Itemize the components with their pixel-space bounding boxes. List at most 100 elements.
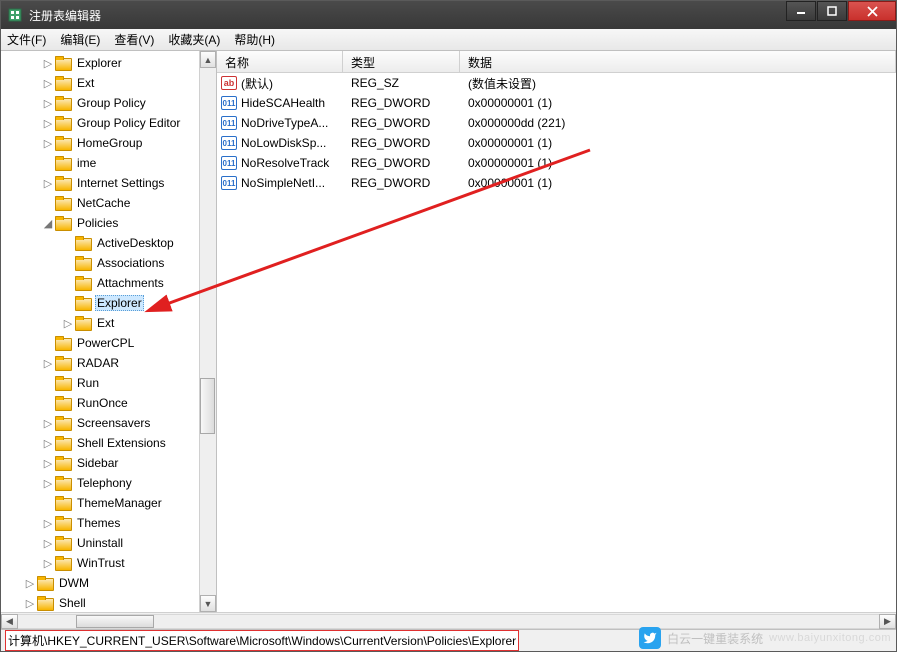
- tree-item[interactable]: ▷ Ext: [1, 313, 216, 333]
- tree-item[interactable]: ▷ Group Policy: [1, 93, 216, 113]
- tree-label[interactable]: PowerCPL: [75, 336, 136, 350]
- titlebar[interactable]: 注册表编辑器: [1, 1, 896, 29]
- scroll-up-arrow-icon[interactable]: ▲: [200, 51, 216, 68]
- tree-item[interactable]: ▷ Explorer: [1, 53, 216, 73]
- menu-file[interactable]: 文件(F): [7, 31, 46, 48]
- tree-label[interactable]: Uninstall: [75, 536, 125, 550]
- tree-label[interactable]: Screensavers: [75, 416, 152, 430]
- tree-label[interactable]: Shell Extensions: [75, 436, 168, 450]
- expand-icon[interactable]: ▷: [23, 597, 37, 610]
- expand-icon[interactable]: ▷: [41, 117, 55, 130]
- value-row[interactable]: 011NoSimpleNetI...REG_DWORD0x00000001 (1…: [217, 173, 896, 193]
- tree-item[interactable]: ▷ Internet Settings: [1, 173, 216, 193]
- value-row[interactable]: 011NoLowDiskSp...REG_DWORD0x00000001 (1): [217, 133, 896, 153]
- tree-item[interactable]: ▷ HomeGroup: [1, 133, 216, 153]
- tree-item[interactable]: ime: [1, 153, 216, 173]
- menu-help[interactable]: 帮助(H): [234, 31, 275, 48]
- expand-icon[interactable]: ▷: [23, 577, 37, 590]
- expand-icon[interactable]: ▷: [41, 97, 55, 110]
- tree-label[interactable]: Internet Settings: [75, 176, 166, 190]
- tree-item[interactable]: ▷ WinTrust: [1, 553, 216, 573]
- tree-label[interactable]: HomeGroup: [75, 136, 144, 150]
- scroll-left-arrow-icon[interactable]: ◀: [1, 614, 18, 629]
- tree-item[interactable]: ◢ Policies: [1, 213, 216, 233]
- column-name[interactable]: 名称: [217, 51, 343, 72]
- expand-icon[interactable]: ◢: [41, 217, 55, 230]
- tree-item[interactable]: Attachments: [1, 273, 216, 293]
- tree-item[interactable]: PowerCPL: [1, 333, 216, 353]
- value-row[interactable]: 011NoDriveTypeA...REG_DWORD0x000000dd (2…: [217, 113, 896, 133]
- tree-label[interactable]: Ext: [95, 316, 116, 330]
- tree-item[interactable]: NetCache: [1, 193, 216, 213]
- menu-view[interactable]: 查看(V): [114, 31, 154, 48]
- tree-label[interactable]: Policies: [75, 216, 120, 230]
- tree-item[interactable]: ThemeManager: [1, 493, 216, 513]
- close-button[interactable]: [848, 1, 896, 21]
- expand-icon[interactable]: ▷: [41, 177, 55, 190]
- tree-label[interactable]: DWM: [57, 576, 91, 590]
- tree-item[interactable]: ▷ RADAR: [1, 353, 216, 373]
- tree-label[interactable]: Group Policy Editor: [75, 116, 182, 130]
- tree-label[interactable]: Sidebar: [75, 456, 120, 470]
- column-data[interactable]: 数据: [460, 51, 896, 72]
- tree-label[interactable]: ThemeManager: [75, 496, 164, 510]
- expand-icon[interactable]: ▷: [41, 457, 55, 470]
- expand-icon[interactable]: ▷: [61, 317, 75, 330]
- tree-item[interactable]: ▷ Ext: [1, 73, 216, 93]
- tree-label[interactable]: Telephony: [75, 476, 134, 490]
- value-row[interactable]: 011HideSCAHealthREG_DWORD0x00000001 (1): [217, 93, 896, 113]
- tree-label[interactable]: ActiveDesktop: [95, 236, 176, 250]
- value-row[interactable]: 011NoResolveTrackREG_DWORD0x00000001 (1): [217, 153, 896, 173]
- tree-item[interactable]: ▷ Screensavers: [1, 413, 216, 433]
- menu-favorites[interactable]: 收藏夹(A): [168, 31, 220, 48]
- tree-label[interactable]: Attachments: [95, 276, 166, 290]
- expand-icon[interactable]: ▷: [41, 437, 55, 450]
- expand-icon[interactable]: ▷: [41, 517, 55, 530]
- expand-icon[interactable]: ▷: [41, 537, 55, 550]
- expand-icon[interactable]: ▷: [41, 77, 55, 90]
- value-row[interactable]: ab(默认)REG_SZ(数值未设置): [217, 73, 896, 93]
- tree-label[interactable]: Themes: [75, 516, 122, 530]
- menu-edit[interactable]: 编辑(E): [60, 31, 100, 48]
- tree-label[interactable]: Run: [75, 376, 101, 390]
- expand-icon[interactable]: ▷: [41, 417, 55, 430]
- scroll-thumb[interactable]: [200, 378, 215, 434]
- expand-icon[interactable]: ▷: [41, 557, 55, 570]
- tree-item[interactable]: Run: [1, 373, 216, 393]
- tree-label[interactable]: NetCache: [75, 196, 132, 210]
- tree-label[interactable]: Associations: [95, 256, 166, 270]
- tree-label[interactable]: Group Policy: [75, 96, 148, 110]
- tree-item[interactable]: ▷ Shell: [1, 593, 216, 612]
- tree-item[interactable]: Explorer: [1, 293, 216, 313]
- tree-item[interactable]: ▷ Uninstall: [1, 533, 216, 553]
- column-type[interactable]: 类型: [343, 51, 460, 72]
- tree-label[interactable]: RADAR: [75, 356, 121, 370]
- tree-item[interactable]: ▷ Group Policy Editor: [1, 113, 216, 133]
- values-list[interactable]: ab(默认)REG_SZ(数值未设置)011HideSCAHealthREG_D…: [217, 73, 896, 193]
- tree-vertical-scrollbar[interactable]: ▲ ▼: [199, 51, 216, 612]
- tree-item[interactable]: ActiveDesktop: [1, 233, 216, 253]
- expand-icon[interactable]: ▷: [41, 477, 55, 490]
- expand-icon[interactable]: ▷: [41, 357, 55, 370]
- tree-label[interactable]: Explorer: [95, 295, 144, 311]
- minimize-button[interactable]: [786, 1, 816, 21]
- tree-label[interactable]: ime: [75, 156, 98, 170]
- tree-item[interactable]: ▷ Telephony: [1, 473, 216, 493]
- tree-item[interactable]: RunOnce: [1, 393, 216, 413]
- tree-label[interactable]: Shell: [57, 596, 88, 610]
- scroll-track[interactable]: [200, 68, 216, 595]
- tree-label[interactable]: Ext: [75, 76, 96, 90]
- scroll-down-arrow-icon[interactable]: ▼: [200, 595, 216, 612]
- expand-icon[interactable]: ▷: [41, 57, 55, 70]
- tree-item[interactable]: ▷ Sidebar: [1, 453, 216, 473]
- tree-item[interactable]: ▷ Shell Extensions: [1, 433, 216, 453]
- hscroll-thumb[interactable]: [76, 615, 154, 628]
- tree-item[interactable]: Associations: [1, 253, 216, 273]
- maximize-button[interactable]: [817, 1, 847, 21]
- tree-item[interactable]: ▷ DWM: [1, 573, 216, 593]
- expand-icon[interactable]: ▷: [41, 137, 55, 150]
- tree-item[interactable]: ▷ Themes: [1, 513, 216, 533]
- registry-tree[interactable]: ▷ Explorer ▷ Ext ▷ Group Policy ▷ Group Policy …: [1, 51, 216, 612]
- tree-label[interactable]: WinTrust: [75, 556, 127, 570]
- tree-label[interactable]: Explorer: [75, 56, 124, 70]
